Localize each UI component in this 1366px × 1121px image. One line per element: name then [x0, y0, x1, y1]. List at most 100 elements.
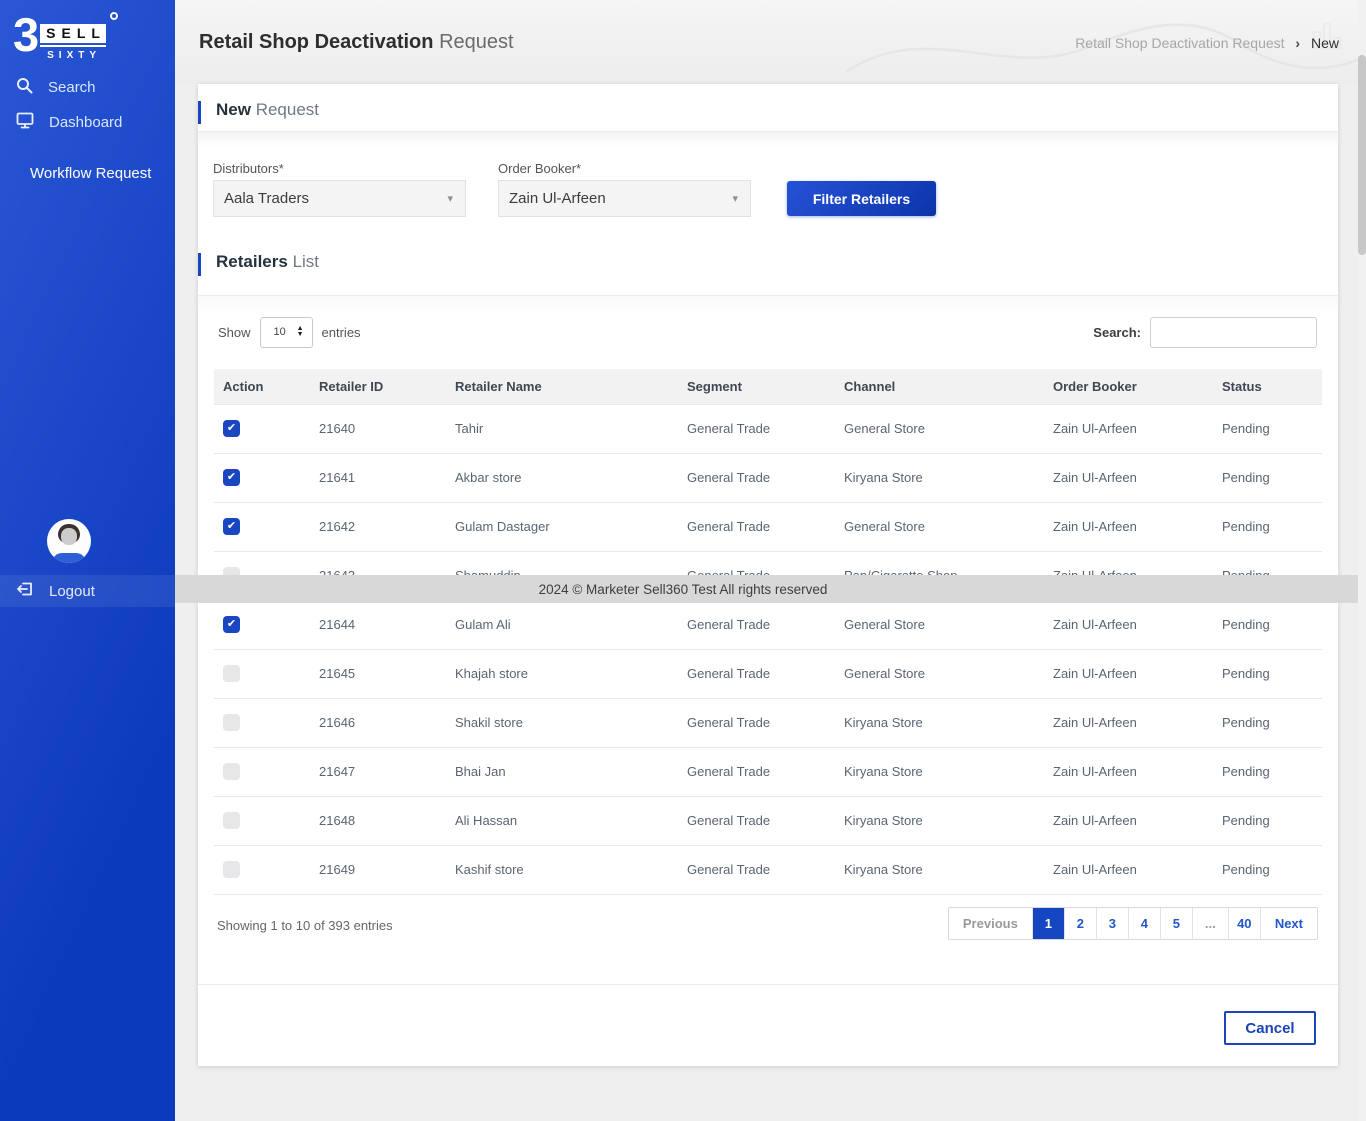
cell-channel: General Store: [844, 404, 1053, 453]
section-title-secondary: Request: [256, 100, 319, 119]
avatar: [47, 519, 91, 563]
row-checkbox[interactable]: [223, 665, 240, 682]
scrollbar-thumb[interactable]: [1358, 55, 1366, 255]
sidebar-item-label: Search: [48, 79, 96, 96]
section-title-new-request: New Request: [198, 100, 319, 120]
previous-page-button[interactable]: Previous: [949, 908, 1032, 939]
row-checkbox[interactable]: [223, 714, 240, 731]
checkmark-icon: ✔: [227, 472, 236, 483]
row-checkbox[interactable]: ✔: [223, 420, 240, 437]
cell-order-booker: Zain Ul-Arfeen: [1053, 796, 1222, 845]
show-label: Show: [218, 325, 251, 340]
breadcrumb-current: New: [1311, 35, 1339, 51]
row-checkbox[interactable]: [223, 861, 240, 878]
pagination: Previous12345...40Next: [948, 907, 1318, 940]
cell-retailer-id: 21640: [319, 404, 455, 453]
sidebar-item-search[interactable]: Search: [0, 70, 175, 105]
cell-order-booker: Zain Ul-Arfeen: [1053, 747, 1222, 796]
column-header[interactable]: Retailer Name: [455, 369, 687, 404]
cell-order-booker: Zain Ul-Arfeen: [1053, 845, 1222, 894]
cell-retailer-id: 21647: [319, 747, 455, 796]
cell-order-booker: Zain Ul-Arfeen: [1053, 698, 1222, 747]
filter-retailers-button[interactable]: Filter Retailers: [787, 181, 936, 216]
row-checkbox[interactable]: ✔: [223, 518, 240, 535]
breadcrumb-parent[interactable]: Retail Shop Deactivation Request: [1075, 35, 1284, 51]
cell-channel: Kiryana Store: [844, 453, 1053, 502]
cell-channel: Kiryana Store: [844, 796, 1053, 845]
cell-channel: General Store: [844, 502, 1053, 551]
column-header[interactable]: Action: [214, 369, 319, 404]
breadcrumb: Retail Shop Deactivation Request › New: [1075, 35, 1339, 51]
sidebar-item-workflow-request[interactable]: Workflow Request: [0, 158, 175, 189]
page-title-secondary: Request: [439, 31, 514, 53]
next-page-button[interactable]: Next: [1260, 908, 1317, 939]
search-icon: [16, 77, 33, 98]
entries-label: entries: [322, 325, 361, 340]
row-checkbox[interactable]: ✔: [223, 469, 240, 486]
cell-channel: General Store: [844, 600, 1053, 649]
distributors-select[interactable]: Aala Traders ▾: [213, 180, 466, 217]
table-row: 21645Khajah storeGeneral TradeGeneral St…: [214, 649, 1322, 698]
page-button[interactable]: 2: [1064, 908, 1096, 939]
entries-select[interactable]: 10 ▲▼: [260, 317, 313, 348]
cell-channel: General Store: [844, 649, 1053, 698]
row-checkbox[interactable]: [223, 812, 240, 829]
sidebar-item-dashboard[interactable]: Dashboard: [0, 105, 175, 140]
avatar-body: [52, 553, 86, 563]
order-booker-label: Order Booker*: [498, 161, 581, 176]
entries-select-value: 10: [274, 326, 286, 338]
cell-retailer-id: 21644: [319, 600, 455, 649]
page-title-primary: Retail Shop Deactivation: [199, 31, 434, 53]
page-button[interactable]: 1: [1032, 908, 1064, 939]
cell-segment: General Trade: [687, 747, 844, 796]
checkmark-icon: ✔: [227, 521, 236, 532]
retailers-table-panel: Show 10 ▲▼ entries Search: ActionRetaile…: [198, 295, 1338, 1066]
sidebar-menu: Search Dashboard Workflow Request: [0, 70, 175, 189]
cell-retailer-name: Shakil store: [455, 698, 687, 747]
sidebar-item-label: Workflow Request: [30, 165, 151, 182]
cell-segment: General Trade: [687, 600, 844, 649]
cell-status: Pending: [1222, 404, 1322, 453]
bottom-divider: [198, 984, 1338, 985]
row-checkbox[interactable]: ✔: [223, 616, 240, 633]
logout-button[interactable]: Logout: [0, 575, 175, 607]
row-checkbox[interactable]: [223, 763, 240, 780]
table-row: ✔21641Akbar storeGeneral TradeKiryana St…: [214, 453, 1322, 502]
cell-status: Pending: [1222, 649, 1322, 698]
cell-channel: Kiryana Store: [844, 747, 1053, 796]
cell-segment: General Trade: [687, 845, 844, 894]
footer-text: 2024 © Marketer Sell360 Test All rights …: [539, 582, 828, 597]
cancel-button[interactable]: Cancel: [1224, 1011, 1316, 1045]
cell-segment: General Trade: [687, 453, 844, 502]
cell-retailer-name: Bhai Jan: [455, 747, 687, 796]
sell360-logo: 3 SELL SIXTY: [13, 12, 106, 61]
cell-retailer-name: Tahir: [455, 404, 687, 453]
cell-status: Pending: [1222, 747, 1322, 796]
page-button[interactable]: 3: [1096, 908, 1128, 939]
page-button[interactable]: 5: [1160, 908, 1192, 939]
column-header[interactable]: Retailer ID: [319, 369, 455, 404]
table-search-input[interactable]: [1150, 317, 1317, 348]
cell-retailer-id: 21646: [319, 698, 455, 747]
page-button[interactable]: 4: [1128, 908, 1160, 939]
column-header[interactable]: Status: [1222, 369, 1322, 404]
cell-retailer-name: Kashif store: [455, 845, 687, 894]
retailers-table: ActionRetailer IDRetailer NameSegmentCha…: [214, 369, 1322, 895]
page-button[interactable]: 40: [1228, 908, 1260, 939]
cell-segment: General Trade: [687, 698, 844, 747]
table-row: 21648Ali HassanGeneral TradeKiryana Stor…: [214, 796, 1322, 845]
section-title-primary: New: [216, 100, 251, 119]
column-header[interactable]: Order Booker: [1053, 369, 1222, 404]
order-booker-select[interactable]: Zain Ul-Arfeen ▾: [498, 180, 751, 217]
distributors-value: Aala Traders: [224, 190, 309, 207]
cell-retailer-id: 21641: [319, 453, 455, 502]
cell-status: Pending: [1222, 698, 1322, 747]
cell-status: Pending: [1222, 502, 1322, 551]
pagination-ellipsis: ...: [1192, 908, 1228, 939]
page-title: Retail Shop Deactivation Request: [199, 31, 514, 54]
table-row: 21649Kashif storeGeneral TradeKiryana St…: [214, 845, 1322, 894]
column-header[interactable]: Segment: [687, 369, 844, 404]
topbar: Retail Shop Deactivation Request Retail …: [175, 0, 1366, 84]
column-header[interactable]: Channel: [844, 369, 1053, 404]
sidebar-item-label: Dashboard: [49, 114, 122, 131]
